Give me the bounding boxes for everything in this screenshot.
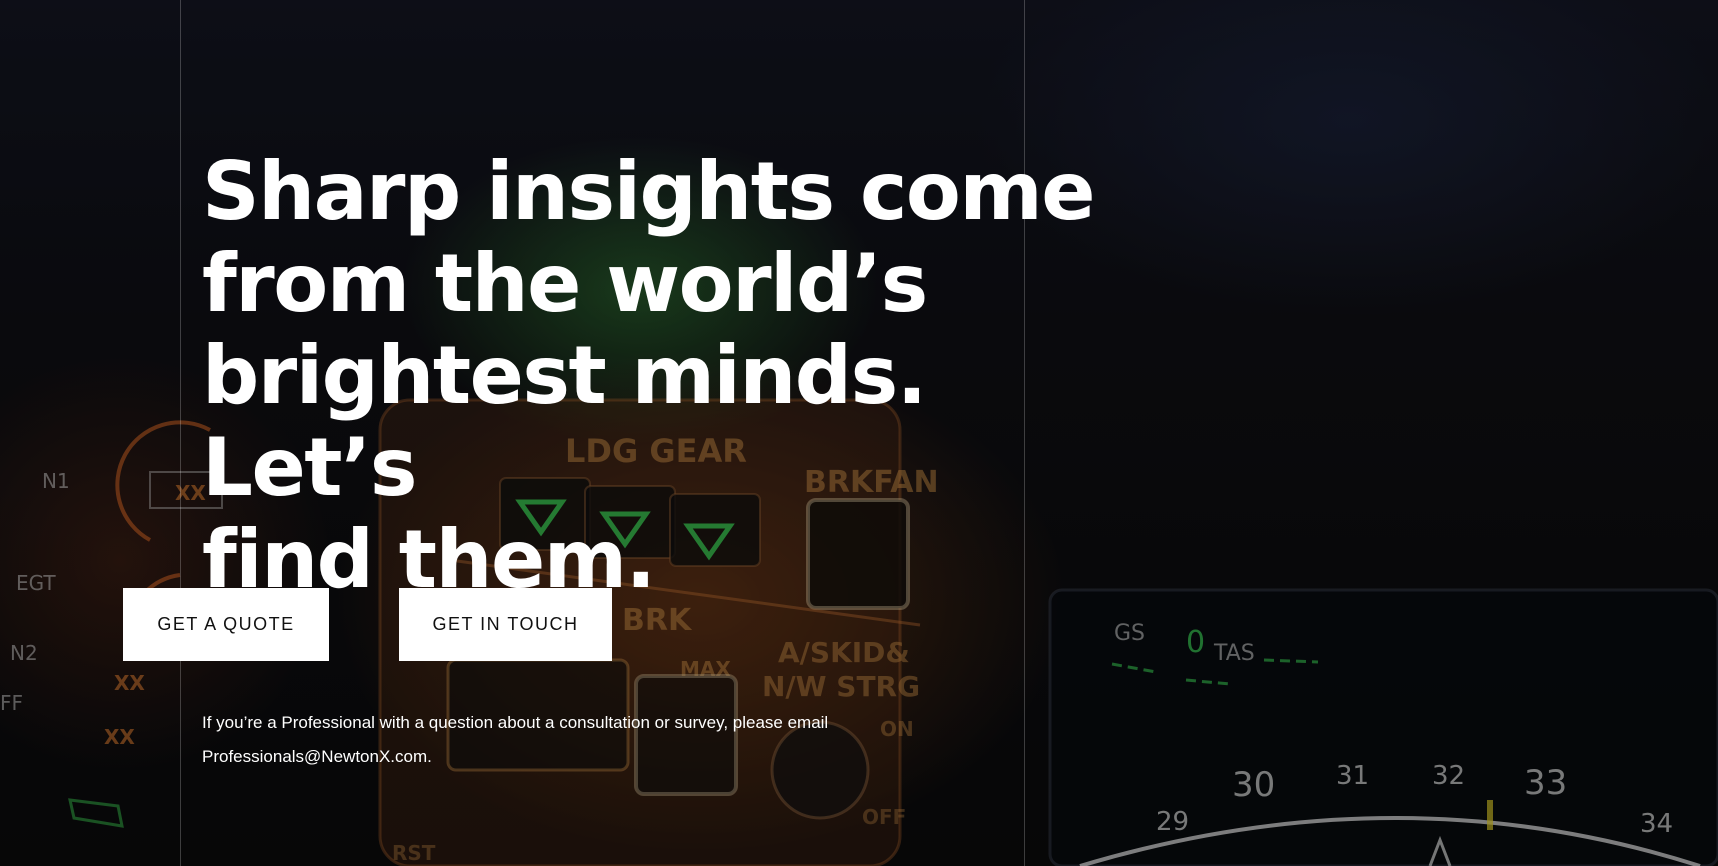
headline-line-3: brightest minds. Let’s (202, 329, 927, 514)
hero-section: LDG GEAR BRKFAN BRK MAX A/SKID& N/W STRG… (0, 0, 1718, 866)
grid-line-left (180, 0, 181, 866)
headline-line-1: Sharp insights come (202, 145, 1095, 238)
note-text: If you’re a Professional with a question… (202, 713, 829, 732)
professional-contact-note: If you’re a Professional with a question… (202, 706, 922, 774)
get-a-quote-button[interactable]: GET A QUOTE (123, 588, 329, 661)
get-in-touch-button[interactable]: GET IN TOUCH (399, 588, 612, 661)
hero-headline: Sharp insights come from the world’s bri… (202, 146, 1162, 606)
headline-line-2: from the world’s (202, 237, 928, 330)
professionals-email-link[interactable]: Professionals@NewtonX.com. (202, 747, 432, 766)
